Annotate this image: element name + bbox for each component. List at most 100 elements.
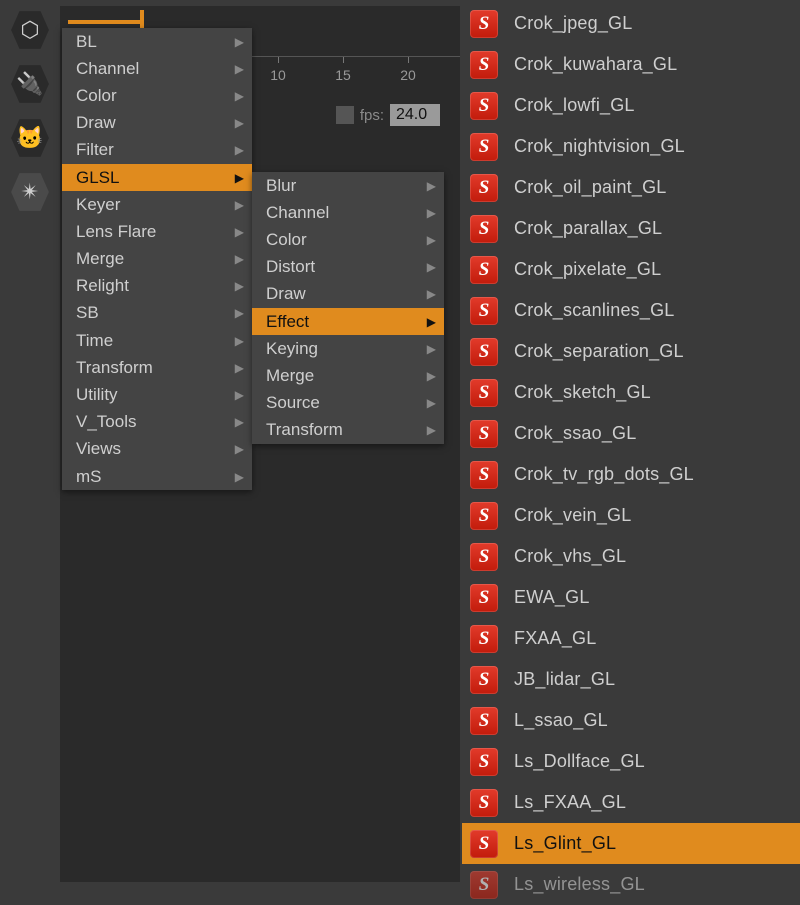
submenu-arrow-icon: ▶: [235, 116, 244, 130]
shader-icon: S: [470, 748, 498, 776]
effect-item-crok-lowfi-gl[interactable]: SCrok_lowfi_GL: [462, 85, 800, 126]
submenu-item-label: Keying: [266, 339, 318, 359]
menu-item-filter[interactable]: Filter▶: [62, 137, 252, 164]
effect-item-label: Ls_Glint_GL: [514, 833, 616, 854]
menu-item-label: Utility: [76, 385, 118, 405]
menu-item-label: mS: [76, 467, 102, 487]
effect-item-crok-sketch-gl[interactable]: SCrok_sketch_GL: [462, 372, 800, 413]
effect-item-label: FXAA_GL: [514, 628, 596, 649]
menu-item-transform[interactable]: Transform▶: [62, 354, 252, 381]
effect-item-crok-scanlines-gl[interactable]: SCrok_scanlines_GL: [462, 290, 800, 331]
effect-item-crok-kuwahara-gl[interactable]: SCrok_kuwahara_GL: [462, 44, 800, 85]
menu-item-label: Keyer: [76, 195, 120, 215]
effect-item-ls-fxaa-gl[interactable]: S Ls_FXAA_GL: [462, 782, 800, 823]
menu-item-bl[interactable]: BL▶: [62, 28, 252, 55]
menu-item-time[interactable]: Time▶: [62, 327, 252, 354]
menu-item-keyer[interactable]: Keyer▶: [62, 191, 252, 218]
submenu-arrow-icon: ▶: [235, 35, 244, 49]
submenu-item-source[interactable]: Source▶: [252, 390, 444, 417]
submenu-item-label: Draw: [266, 284, 306, 304]
shader-icon: S: [470, 666, 498, 694]
tool-star[interactable]: ✴: [6, 168, 54, 216]
submenu-item-draw[interactable]: Draw ▶: [252, 281, 444, 308]
effect-item-crok-nightvision-gl[interactable]: SCrok_nightvision_GL: [462, 126, 800, 167]
effect-item-l-ssao-gl[interactable]: SL_ssao_GL: [462, 700, 800, 741]
submenu-item-label: Merge: [266, 366, 314, 386]
menu-item-ms[interactable]: mS ▶: [62, 463, 252, 490]
effect-item-label: Ls_FXAA_GL: [514, 792, 626, 813]
menu-item-label: Transform: [76, 358, 153, 378]
effect-item-crok-parallax-gl[interactable]: SCrok_parallax_GL: [462, 208, 800, 249]
menu-item-draw[interactable]: Draw ▶: [62, 110, 252, 137]
menu-item-lens-flare[interactable]: Lens Flare▶: [62, 218, 252, 245]
submenu-item-transform[interactable]: Transform▶: [252, 417, 444, 444]
effect-item-label: Crok_vein_GL: [514, 505, 631, 526]
submenu-item-keying[interactable]: Keying▶: [252, 335, 444, 362]
submenu-item-effect[interactable]: Effect▶: [252, 308, 444, 335]
submenu-item-distort[interactable]: Distort▶: [252, 254, 444, 281]
shader-icon: S: [470, 174, 498, 202]
effect-item-jb-lidar-gl[interactable]: S JB_lidar_GL: [462, 659, 800, 700]
menu-item-utility[interactable]: Utility▶: [62, 381, 252, 408]
effect-item-ewa-gl[interactable]: SEWA_GL: [462, 577, 800, 618]
effect-item-crok-oil-paint-gl[interactable]: S Crok_oil_paint_GL: [462, 167, 800, 208]
menu-item-sb[interactable]: SB▶: [62, 300, 252, 327]
effect-item-crok-pixelate-gl[interactable]: SCrok_pixelate_GL: [462, 249, 800, 290]
submenu-item-label: Effect: [266, 312, 309, 332]
fps-input[interactable]: [390, 104, 440, 126]
submenu-item-channel[interactable]: Channel▶: [252, 199, 444, 226]
effect-item-label: EWA_GL: [514, 587, 590, 608]
shader-icon: S: [470, 10, 498, 38]
submenu-item-merge[interactable]: Merge ▶: [252, 362, 444, 389]
effect-item-crok-jpeg-gl[interactable]: SCrok_jpeg_GL: [462, 3, 800, 44]
menu-item-merge[interactable]: Merge▶: [62, 246, 252, 273]
submenu-arrow-icon: ▶: [427, 369, 436, 383]
tool-emoji[interactable]: 🐱: [6, 114, 54, 162]
menu-item-relight[interactable]: Relight▶: [62, 273, 252, 300]
tool-plug[interactable]: 🔌: [6, 60, 54, 108]
effect-item-label: Crok_tv_rgb_dots_GL: [514, 464, 694, 485]
effect-item-crok-vein-gl[interactable]: S Crok_vein_GL: [462, 495, 800, 536]
submenu-arrow-icon: ▶: [235, 415, 244, 429]
menu-item-views[interactable]: Views ▶: [62, 436, 252, 463]
effect-item-label: Crok_separation_GL: [514, 341, 684, 362]
menu-item-label: Color: [76, 86, 117, 106]
submenu-arrow-icon: ▶: [235, 334, 244, 348]
effect-item-ls-dollface-gl[interactable]: S Ls_Dollface_GL: [462, 741, 800, 782]
submenu-arrow-icon: ▶: [427, 287, 436, 301]
menu-item-v-tools[interactable]: V_Tools ▶: [62, 409, 252, 436]
menu-item-label: Channel: [76, 59, 139, 79]
shader-icon: S: [470, 789, 498, 817]
effect-item-ls-glint-gl[interactable]: SLs_Glint_GL: [462, 823, 800, 864]
menu-item-label: Draw: [76, 113, 116, 133]
effect-item-crok-tv-rgb-dots-gl[interactable]: S Crok_tv_rgb_dots_GL: [462, 454, 800, 495]
menu-item-channel[interactable]: Channel ▶: [62, 55, 252, 82]
submenu-arrow-icon: ▶: [235, 62, 244, 76]
submenu-arrow-icon: ▶: [235, 306, 244, 320]
effect-item-label: JB_lidar_GL: [514, 669, 615, 690]
menu-item-glsl[interactable]: GLSL▶: [62, 164, 252, 191]
shader-icon: S: [470, 502, 498, 530]
effect-item-crok-vhs-gl[interactable]: SCrok_vhs_GL: [462, 536, 800, 577]
effect-item-label: Crok_nightvision_GL: [514, 136, 685, 157]
submenu-arrow-icon: ▶: [235, 470, 244, 484]
submenu-item-blur[interactable]: Blur▶: [252, 172, 444, 199]
shader-icon: S: [470, 461, 498, 489]
timeline-ruler[interactable]: 10 15 20: [248, 56, 460, 96]
tool-hex[interactable]: ⬡: [6, 6, 54, 54]
menu-item-label: V_Tools: [76, 412, 136, 432]
fps-checkbox[interactable]: [336, 106, 354, 124]
effect-item-label: Crok_oil_paint_GL: [514, 177, 667, 198]
effect-item-fxaa-gl[interactable]: SFXAA_GL: [462, 618, 800, 659]
fps-label: fps:: [360, 107, 384, 124]
effect-item-crok-ssao-gl[interactable]: SCrok_ssao_GL: [462, 413, 800, 454]
effect-item-label: Crok_scanlines_GL: [514, 300, 674, 321]
menu-item-label: Views: [76, 439, 121, 459]
menu-item-color[interactable]: Color ▶: [62, 82, 252, 109]
submenu-arrow-icon: ▶: [235, 442, 244, 456]
context-menu-categories: BL▶Channel▶Color▶Draw▶Filter▶GLSL▶Keyer▶…: [62, 28, 252, 490]
submenu-item-color[interactable]: Color▶: [252, 226, 444, 253]
effect-item-crok-separation-gl[interactable]: SCrok_separation_GL: [462, 331, 800, 372]
submenu-arrow-icon: ▶: [235, 89, 244, 103]
effect-item-label: Ls_Dollface_GL: [514, 751, 645, 772]
